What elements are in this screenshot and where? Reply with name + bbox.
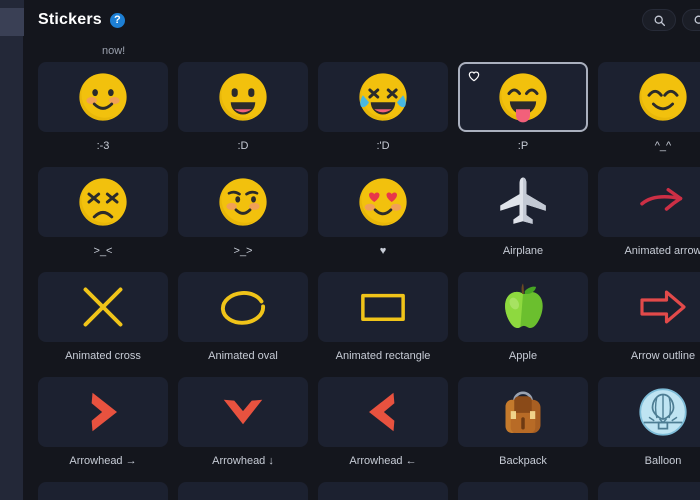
sticker-thumb[interactable] bbox=[458, 377, 588, 447]
sticker-label: Animated rectangle bbox=[335, 350, 431, 362]
sticker-thumb[interactable] bbox=[38, 482, 168, 500]
panel-header: Stickers ? bbox=[24, 0, 700, 40]
sticker-thumb[interactable] bbox=[318, 377, 448, 447]
sticker-cell: Arrow outline bbox=[598, 272, 700, 377]
settings-button[interactable] bbox=[682, 9, 700, 31]
sticker-cell: :'D bbox=[318, 62, 448, 167]
sticker-thumb[interactable] bbox=[598, 62, 700, 132]
help-circle-icon[interactable]: ? bbox=[109, 12, 125, 28]
sticker-cell: Balloon bbox=[598, 377, 700, 482]
sticker-picker-window: Stickers ? now!:-3:D:'D:P ^_^ >_< >_… bbox=[0, 0, 700, 500]
sticker-label: Arrowhead ← bbox=[349, 455, 417, 467]
sticker-label: Arrowhead ↓ bbox=[212, 455, 274, 467]
header-tools bbox=[642, 9, 700, 31]
sticker-cell: Animated cross bbox=[38, 272, 168, 377]
sticker-label: >_< bbox=[93, 245, 113, 257]
rail-active-item[interactable] bbox=[0, 8, 24, 36]
sticker-thumb[interactable] bbox=[598, 167, 700, 237]
sticker-label: Backpack bbox=[499, 455, 547, 467]
sticker-cell: >_< bbox=[38, 167, 168, 272]
sticker-thumb[interactable] bbox=[178, 62, 308, 132]
sticker-cell: Animated oval bbox=[178, 272, 308, 377]
now-label: now! bbox=[102, 45, 126, 57]
page-title: Stickers bbox=[38, 11, 102, 28]
sticker-label: Arrow outline bbox=[630, 350, 696, 362]
sticker-thumb-selected[interactable] bbox=[458, 62, 588, 132]
sticker-thumb[interactable] bbox=[318, 167, 448, 237]
sticker-thumb[interactable] bbox=[178, 377, 308, 447]
sticker-label: :'D bbox=[376, 140, 390, 152]
sticker-cell: :P bbox=[458, 62, 588, 167]
sticker-cell bbox=[318, 482, 448, 500]
sticker-thumb[interactable] bbox=[318, 272, 448, 342]
sticker-thumb[interactable] bbox=[318, 482, 448, 500]
sticker-thumb[interactable] bbox=[598, 272, 700, 342]
rail-spacer bbox=[0, 0, 24, 8]
sticker-label: :P bbox=[517, 140, 529, 152]
sticker-label: >_> bbox=[233, 245, 253, 257]
stickers-panel: Stickers ? now!:-3:D:'D:P ^_^ >_< >_… bbox=[24, 0, 700, 500]
sticker-thumb[interactable] bbox=[458, 167, 588, 237]
left-rail bbox=[0, 0, 24, 500]
settings-icon bbox=[693, 14, 700, 27]
sticker-cell: Arrowhead → bbox=[38, 377, 168, 482]
sticker-cell: Airplane bbox=[458, 167, 588, 272]
sticker-cell: Apple bbox=[458, 272, 588, 377]
sticker-label: Animated arrow bbox=[624, 245, 700, 257]
sticker-cell: :D bbox=[178, 62, 308, 167]
sticker-cell: ♥ bbox=[318, 167, 448, 272]
sticker-label: Arrowhead → bbox=[69, 455, 137, 467]
sticker-cell bbox=[598, 482, 700, 500]
search-button[interactable] bbox=[642, 9, 676, 31]
search-icon bbox=[653, 14, 666, 27]
sticker-thumb[interactable] bbox=[178, 482, 308, 500]
sticker-label: :D bbox=[237, 140, 249, 152]
sticker-thumb[interactable] bbox=[598, 482, 700, 500]
sticker-cell: Backpack bbox=[458, 377, 588, 482]
sticker-cell: >_> bbox=[178, 167, 308, 272]
sticker-grid: :-3 :D :'D :P ^_^ >_< >_> ♥ Airplane Animated arr… bbox=[38, 62, 700, 500]
sticker-thumb[interactable] bbox=[598, 377, 700, 447]
sticker-cell: :-3 bbox=[38, 62, 168, 167]
sticker-thumb[interactable] bbox=[38, 167, 168, 237]
heart-icon[interactable] bbox=[467, 69, 481, 83]
sticker-cell: BL bbox=[458, 482, 588, 500]
sticker-thumb[interactable] bbox=[178, 167, 308, 237]
sticker-label: Balloon bbox=[644, 455, 682, 467]
sticker-thumb[interactable] bbox=[178, 272, 308, 342]
sticker-thumb[interactable] bbox=[38, 272, 168, 342]
sticker-label: ^_^ bbox=[654, 140, 672, 152]
sticker-label: Airplane bbox=[502, 245, 544, 257]
sticker-label: Animated oval bbox=[208, 350, 278, 362]
sticker-label: ♥ bbox=[379, 245, 387, 257]
sticker-label: :-3 bbox=[96, 140, 110, 152]
sticker-thumb[interactable] bbox=[318, 62, 448, 132]
sticker-cell bbox=[178, 482, 308, 500]
sticker-label: Animated cross bbox=[65, 350, 141, 362]
sticker-thumb[interactable] bbox=[458, 482, 588, 500]
sticker-cell: Arrowhead ↓ bbox=[178, 377, 308, 482]
sticker-cell: Arrowhead ← bbox=[318, 377, 448, 482]
sticker-cell: ^_^ bbox=[598, 62, 700, 167]
sticker-label: Apple bbox=[508, 350, 538, 362]
sticker-cell: Animated rectangle bbox=[318, 272, 448, 377]
sticker-cell: Animated arrow bbox=[598, 167, 700, 272]
sticker-thumb[interactable] bbox=[458, 272, 588, 342]
sticker-thumb[interactable] bbox=[38, 62, 168, 132]
sticker-cell bbox=[38, 482, 168, 500]
sticker-thumb[interactable] bbox=[38, 377, 168, 447]
